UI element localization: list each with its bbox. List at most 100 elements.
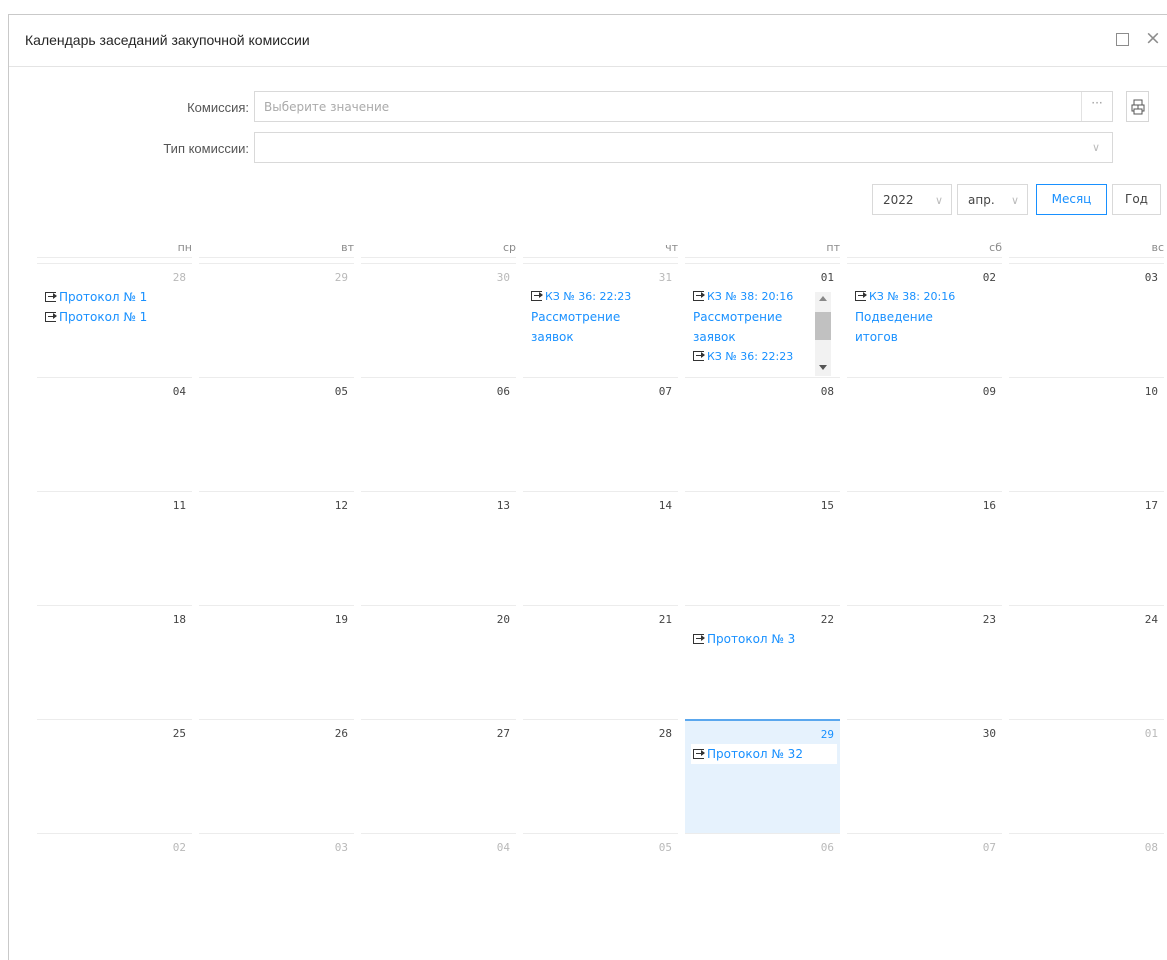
commission-label: Комиссия: bbox=[187, 100, 249, 115]
month-select[interactable]: апр. ∨ bbox=[957, 184, 1028, 215]
chevron-down-icon: ∨ bbox=[934, 194, 943, 207]
day-number: 20 bbox=[496, 613, 510, 626]
week-row: 02 03 04 05 06 07 08 bbox=[31, 833, 1167, 947]
event-link[interactable]: Протокол № 32 bbox=[691, 744, 837, 764]
day-cell[interactable]: 02 КЗ № 38: 20:16 Подведение итогов bbox=[847, 263, 1002, 377]
scroll-thumb[interactable] bbox=[815, 312, 831, 340]
event-link[interactable]: КЗ № 38: 20:16 bbox=[693, 287, 812, 307]
event-link[interactable]: Протокол № 1 bbox=[45, 307, 186, 327]
day-cell[interactable]: 28 bbox=[523, 719, 678, 833]
day-cell[interactable]: 05 bbox=[199, 377, 354, 491]
day-number: 05 bbox=[334, 385, 348, 398]
day-number: 14 bbox=[658, 499, 672, 512]
event-list: Протокол № 3 bbox=[693, 629, 834, 649]
day-cell-today[interactable]: 29 Протокол № 32 bbox=[685, 719, 840, 833]
day-cell[interactable]: 14 bbox=[523, 491, 678, 605]
event-list: КЗ № 36: 22:23 Рассмотрение заявок bbox=[531, 287, 672, 347]
maximize-icon[interactable] bbox=[1116, 33, 1129, 46]
day-cell[interactable]: 17 bbox=[1009, 491, 1164, 605]
day-cell[interactable]: 05 bbox=[523, 833, 678, 947]
day-number: 05 bbox=[658, 841, 672, 854]
day-cell[interactable]: 07 bbox=[523, 377, 678, 491]
day-cell[interactable]: 09 bbox=[847, 377, 1002, 491]
day-number: 07 bbox=[658, 385, 672, 398]
day-cell[interactable]: 18 bbox=[37, 605, 192, 719]
day-cell[interactable]: 12 bbox=[199, 491, 354, 605]
day-cell[interactable]: 30 bbox=[361, 263, 516, 377]
event-link[interactable]: Протокол № 3 bbox=[693, 629, 834, 649]
day-cell[interactable]: 06 bbox=[685, 833, 840, 947]
day-cell[interactable]: 28 Протокол № 1 Протокол № 1 bbox=[37, 263, 192, 377]
weekday-header: пн вт ср чт пт сб вс bbox=[31, 235, 1167, 263]
view-month-button[interactable]: Месяц bbox=[1036, 184, 1107, 215]
event-link[interactable]: Протокол № 1 bbox=[45, 287, 186, 307]
commission-select-button[interactable]: ··· bbox=[1081, 92, 1112, 121]
day-number: 24 bbox=[1144, 613, 1158, 626]
day-cell[interactable]: 20 bbox=[361, 605, 516, 719]
day-number: 17 bbox=[1144, 499, 1158, 512]
day-number: 09 bbox=[982, 385, 996, 398]
day-number: 10 bbox=[1144, 385, 1158, 398]
day-cell[interactable]: 01 КЗ № 38: 20:16 Рассмотрение заявок КЗ № … bbox=[685, 263, 840, 377]
commission-type-label: Тип комиссии: bbox=[163, 141, 249, 156]
day-cell[interactable]: 22 Протокол № 3 bbox=[685, 605, 840, 719]
day-cell[interactable]: 30 bbox=[847, 719, 1002, 833]
day-number: 13 bbox=[496, 499, 510, 512]
event-icon bbox=[693, 749, 705, 759]
day-cell[interactable]: 11 bbox=[37, 491, 192, 605]
day-number: 16 bbox=[982, 499, 996, 512]
view-year-button[interactable]: Год bbox=[1112, 184, 1161, 215]
week-row: 25 26 27 28 29 Протокол № 32 30 01 bbox=[31, 719, 1167, 833]
day-cell[interactable]: 25 bbox=[37, 719, 192, 833]
day-cell[interactable]: 10 bbox=[1009, 377, 1164, 491]
year-value: 2022 bbox=[883, 193, 914, 207]
print-button[interactable] bbox=[1126, 91, 1149, 122]
day-cell[interactable]: 01 bbox=[1009, 719, 1164, 833]
event-description[interactable]: Рассмотрение заявок bbox=[693, 307, 782, 347]
event-scrollbar[interactable] bbox=[815, 292, 831, 376]
day-cell[interactable]: 24 bbox=[1009, 605, 1164, 719]
day-cell[interactable]: 08 bbox=[1009, 833, 1164, 947]
day-number: 18 bbox=[172, 613, 186, 626]
day-cell[interactable]: 07 bbox=[847, 833, 1002, 947]
day-cell[interactable]: 03 bbox=[1009, 263, 1164, 377]
day-cell[interactable]: 04 bbox=[361, 833, 516, 947]
event-link[interactable]: КЗ № 36: 22:23 bbox=[531, 287, 672, 307]
day-cell[interactable]: 31 КЗ № 36: 22:23 Рассмотрение заявок bbox=[523, 263, 678, 377]
event-text: КЗ № 36: 22:23 bbox=[707, 350, 794, 363]
day-number: 31 bbox=[658, 271, 672, 284]
year-select[interactable]: 2022 ∨ bbox=[872, 184, 952, 215]
day-cell[interactable]: 08 bbox=[685, 377, 840, 491]
day-cell[interactable]: 21 bbox=[523, 605, 678, 719]
day-cell[interactable]: 06 bbox=[361, 377, 516, 491]
day-cell[interactable]: 26 bbox=[199, 719, 354, 833]
day-cell[interactable]: 13 bbox=[361, 491, 516, 605]
day-number: 28 bbox=[172, 271, 186, 284]
event-link[interactable]: КЗ № 38: 20:16 bbox=[855, 287, 996, 307]
day-cell[interactable]: 03 bbox=[199, 833, 354, 947]
event-description[interactable]: Подведение итогов bbox=[855, 307, 943, 347]
day-cell[interactable]: 15 bbox=[685, 491, 840, 605]
day-cell[interactable]: 02 bbox=[37, 833, 192, 947]
day-number: 19 bbox=[334, 613, 348, 626]
weekday-label: чт bbox=[523, 235, 678, 258]
day-cell[interactable]: 16 bbox=[847, 491, 1002, 605]
commission-input[interactable]: Выберите значение ··· bbox=[254, 91, 1113, 122]
day-number: 23 bbox=[982, 613, 996, 626]
day-cell[interactable]: 23 bbox=[847, 605, 1002, 719]
event-icon bbox=[693, 351, 705, 361]
commission-type-select[interactable]: ∨ bbox=[254, 132, 1113, 163]
event-description[interactable]: Рассмотрение заявок bbox=[531, 307, 620, 347]
weekday-label: вт bbox=[199, 235, 354, 258]
scroll-down-icon[interactable] bbox=[819, 365, 827, 370]
scroll-up-icon[interactable] bbox=[819, 296, 827, 301]
day-cell[interactable]: 04 bbox=[37, 377, 192, 491]
window-title: Календарь заседаний закупочной комиссии bbox=[25, 32, 310, 48]
event-link[interactable]: КЗ № 36: 22:23 bbox=[693, 347, 812, 367]
day-number: 08 bbox=[820, 385, 834, 398]
day-cell[interactable]: 29 bbox=[199, 263, 354, 377]
day-cell[interactable]: 27 bbox=[361, 719, 516, 833]
close-icon[interactable]: × bbox=[1145, 28, 1161, 48]
day-number: 11 bbox=[172, 499, 186, 512]
day-cell[interactable]: 19 bbox=[199, 605, 354, 719]
